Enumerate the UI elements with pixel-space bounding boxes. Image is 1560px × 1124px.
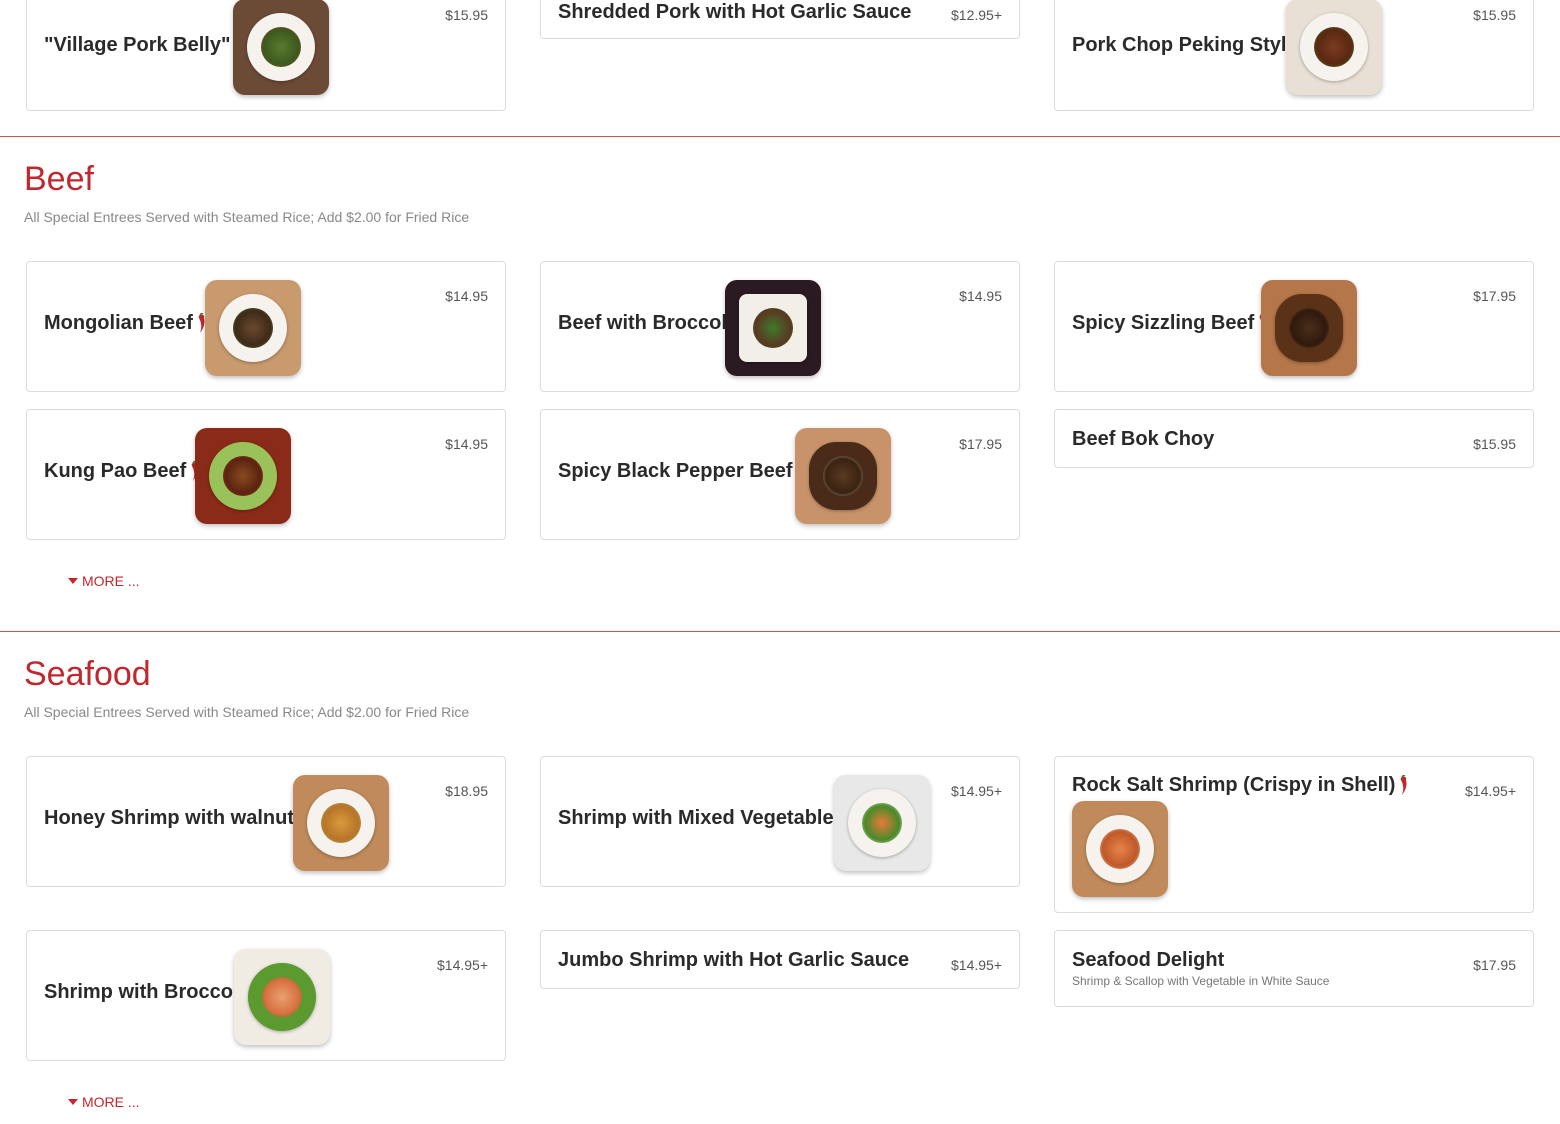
menu-item-price: $14.95+ <box>951 783 1002 799</box>
menu-item-name: Pork Chop Peking Style <box>1072 34 1298 56</box>
menu-item-price: $14.95+ <box>437 957 488 973</box>
menu-item-card[interactable]: Shrimp with Broccoli $14.95+ <box>26 930 506 1061</box>
menu-item-description: Shrimp & Scallop with Vegetable in White… <box>1072 974 1330 988</box>
dish-photo <box>795 428 891 524</box>
menu-item-name: Jumbo Shrimp with Hot Garlic Sauce <box>558 949 910 971</box>
dish-photo <box>725 280 821 376</box>
caret-down-icon <box>68 1099 78 1105</box>
dish-photo <box>205 280 301 376</box>
menu-item-price: $14.95+ <box>1465 783 1516 799</box>
menu-item-name: Rock Salt Shrimp (Crispy in Shell) <box>1072 774 1409 797</box>
menu-item-card[interactable]: Mongolian Beef $14.95 <box>26 261 506 392</box>
section-title-beef: Beef <box>24 160 94 198</box>
dish-photo <box>234 949 330 1045</box>
menu-item-price: $14.95 <box>445 288 488 304</box>
caret-down-icon <box>68 578 78 584</box>
menu-item-price: $14.95 <box>959 288 1002 304</box>
menu-item-name: Spicy Sizzling Beef <box>1072 312 1268 335</box>
more-button[interactable]: MORE ... <box>68 1094 140 1110</box>
menu-item-card[interactable]: Beef Bok Choy $15.95 <box>1054 409 1534 468</box>
menu-item-card[interactable]: Shredded Pork with Hot Garlic Sauce $12.… <box>540 0 1020 39</box>
dish-photo <box>233 0 329 95</box>
menu-item-card[interactable]: Jumbo Shrimp with Hot Garlic Sauce $14.9… <box>540 930 1020 989</box>
menu-item-card[interactable]: Honey Shrimp with walnuts $18.95 <box>26 756 506 887</box>
menu-item-name: Shredded Pork with Hot Garlic Sauce <box>558 1 912 23</box>
menu-item-name: Mongolian Beef <box>44 312 207 335</box>
menu-item-name: Honey Shrimp with walnuts <box>44 807 306 829</box>
menu-item-price: $15.95 <box>1473 436 1516 452</box>
menu-item-card[interactable]: Shrimp with Mixed Vegetables $14.95+ <box>540 756 1020 887</box>
menu-item-name: Spicy Black Pepper Beef <box>558 460 807 483</box>
section-divider <box>0 136 1560 137</box>
dish-photo <box>1286 0 1382 95</box>
dish-photo <box>293 775 389 871</box>
menu-item-price: $14.95 <box>445 436 488 452</box>
menu-item-card[interactable]: Seafood Delight Shrimp & Scallop with Ve… <box>1054 930 1534 1007</box>
dish-photo <box>195 428 291 524</box>
section-title-seafood: Seafood <box>24 655 151 693</box>
menu-item-price: $15.95 <box>445 7 488 23</box>
menu-item-card[interactable]: Rock Salt Shrimp (Crispy in Shell) $14.9… <box>1054 756 1534 913</box>
section-subtitle: All Special Entrees Served with Steamed … <box>24 704 470 720</box>
menu-item-card[interactable]: Pork Chop Peking Style $15.95 <box>1054 0 1534 111</box>
dish-photo <box>1261 280 1357 376</box>
chili-pepper-icon <box>1401 774 1407 795</box>
menu-item-price: $18.95 <box>445 783 488 799</box>
menu-item-card[interactable]: Kung Pao Beef $14.95 <box>26 409 506 540</box>
menu-item-name: "Village Pork Belly" <box>44 34 244 57</box>
menu-item-price: $17.95 <box>1473 288 1516 304</box>
menu-item-name: Shrimp with Broccoli <box>44 981 245 1003</box>
menu-item-name: Beef with Broccoli <box>558 312 733 334</box>
menu-item-card[interactable]: "Village Pork Belly" $15.95 <box>26 0 506 111</box>
menu-item-name: Kung Pao Beef <box>44 460 200 483</box>
menu-item-name: Seafood Delight <box>1072 949 1225 971</box>
dish-photo <box>1072 801 1168 897</box>
menu-item-card[interactable]: Spicy Sizzling Beef $17.95 <box>1054 261 1534 392</box>
more-button[interactable]: MORE ... <box>68 573 140 589</box>
section-divider <box>0 631 1560 632</box>
dish-photo <box>834 775 930 871</box>
menu-item-price: $17.95 <box>1473 957 1516 973</box>
menu-item-price: $14.95+ <box>951 957 1002 973</box>
menu-item-card[interactable]: Spicy Black Pepper Beef $17.95 <box>540 409 1020 540</box>
section-subtitle: All Special Entrees Served with Steamed … <box>24 209 470 225</box>
menu-item-name: Shrimp with Mixed Vegetables <box>558 807 845 829</box>
menu-item-card[interactable]: Beef with Broccoli $14.95 <box>540 261 1020 392</box>
menu-item-name: Beef Bok Choy <box>1072 428 1215 450</box>
menu-item-price: $17.95 <box>959 436 1002 452</box>
menu-item-price: $12.95+ <box>951 7 1002 23</box>
menu-item-price: $15.95 <box>1473 7 1516 23</box>
